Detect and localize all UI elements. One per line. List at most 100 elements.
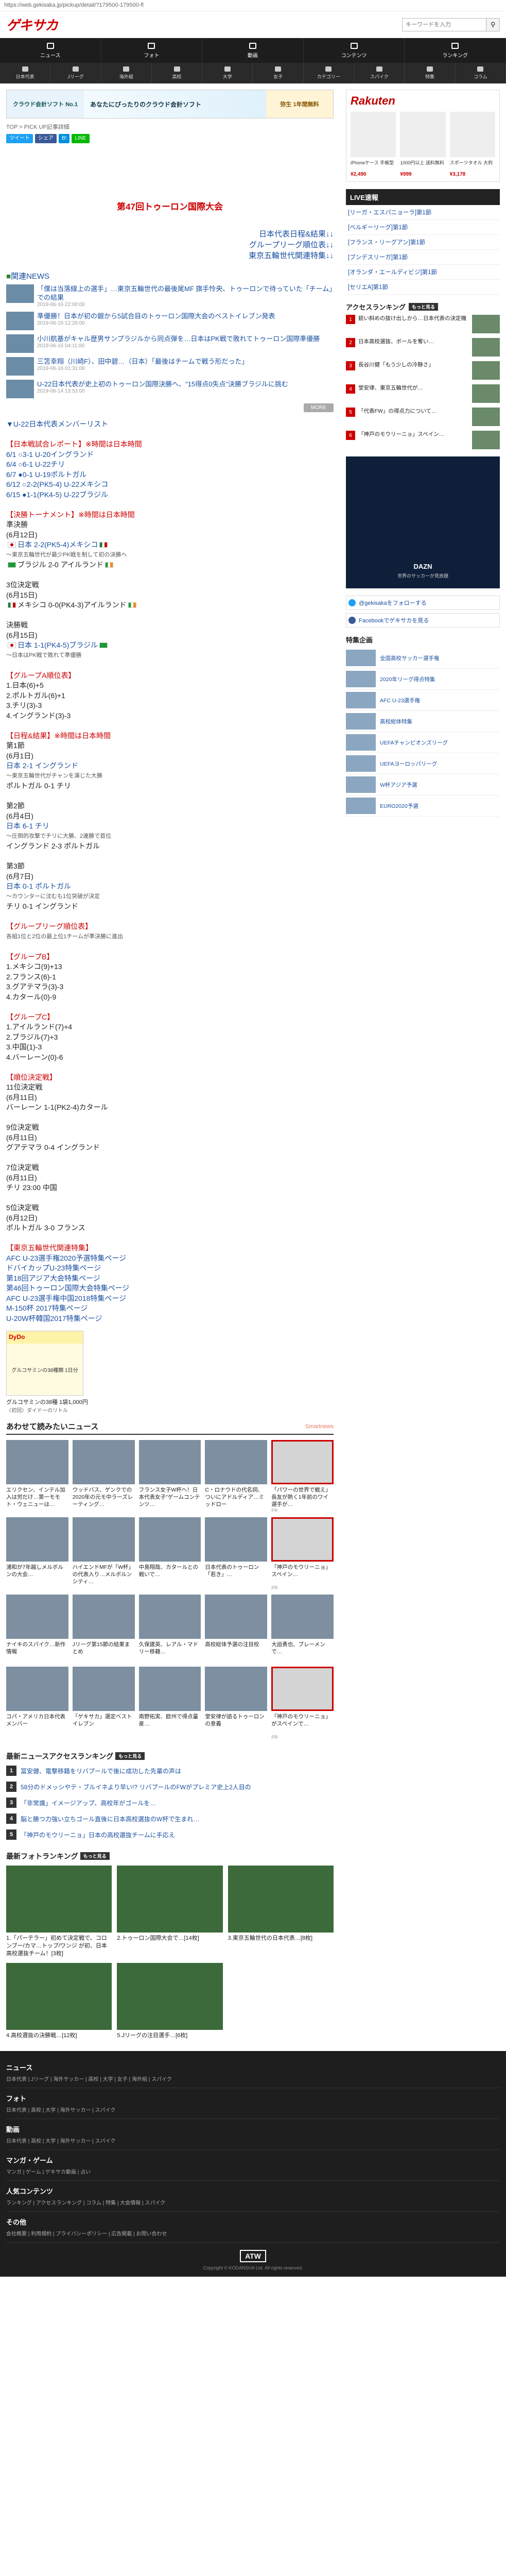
gnav-item[interactable]: ランキング (405, 38, 506, 63)
match-note[interactable]: 〜圧倒的攻撃でチリに大勝、2連勝で首位 (6, 832, 334, 842)
search-icon[interactable]: ⚲ (486, 18, 499, 31)
twitter-share-button[interactable]: ツイート (6, 134, 33, 143)
ranking-title[interactable]: 58分のドメッシやテ・ブルイネより早い!? リバプールのFWがプレミア史上2人目… (21, 1783, 251, 1791)
special-link[interactable]: U-20W杯韓国2017特集ページ (6, 1314, 334, 1324)
ranking-title[interactable]: 「神戸のモウリーニョ」日本の高校選抜チームに手応え (21, 1831, 175, 1839)
news-card[interactable]: ウッドバス、ゲンクでの2020年の元モ中ラーズレーティング… (72, 1440, 135, 1513)
gnav-item[interactable]: フォト (101, 38, 203, 63)
special-link[interactable]: 第18回アジア大会特集ページ (6, 1274, 334, 1284)
news-card[interactable]: 大迫勇也、ブレーメンで… (271, 1595, 334, 1663)
news-card[interactable]: 「パワーの世界で戦え」長友が熱く1年前のワイ選手が… PR (271, 1440, 334, 1513)
live-item[interactable]: [ブンデスリーガ]第1節 (346, 250, 500, 265)
access-ranking-more[interactable]: もっと見る (408, 303, 438, 311)
match-note[interactable]: 〜カウンターに沈むも1位突破が決定 (6, 892, 334, 902)
final-note[interactable]: 〜日本はPK戦で敗れて準優勝 (6, 651, 334, 661)
news-card[interactable]: コパ・アメリカ日本代表メンバー (6, 1667, 68, 1740)
live-item[interactable]: [セリエA]第1節 (346, 280, 500, 295)
match-result[interactable]: 日本 6-1 チリ (6, 821, 334, 832)
subnav-item[interactable]: 海外組 (101, 63, 152, 83)
breadcrumb[interactable]: TOP > PICK UP記事詳細 (6, 123, 334, 131)
search-input[interactable] (403, 18, 486, 31)
ranking-item[interactable]: 4 脳と勝つ力強い立ちゴール直後に日本高校選抜のW杯で生まれ… (6, 1814, 334, 1824)
photo-card[interactable]: 5.Jリーグの注目選手…[6枚] (117, 1963, 223, 2040)
result-line[interactable]: 6/1 ○3-1 U-20イングランド (6, 450, 334, 460)
ranking-item[interactable]: 2 58分のドメッシやテ・ブルイネより早い!? リバプールのFWがプレミア史上2人… (6, 1782, 334, 1792)
footer-links[interactable]: 日本代表 | 高校 | 大学 | 海外サッカー | スパイク (6, 2137, 500, 2144)
access-item[interactable]: 6 「神戸のモウリーニョ」スペイン… (346, 431, 500, 449)
subnav-item[interactable]: Jリーグ (50, 63, 101, 83)
hero-link-standings[interactable]: グループリーグ順位表↓↓ (6, 240, 334, 250)
special-feature[interactable]: 高校総体特集 (346, 711, 500, 732)
gnav-item[interactable]: コンテンツ (304, 38, 405, 63)
news-title[interactable]: 「僕は当落線上の選手」…東京五輪世代の最後尾MF 旗手怜央、トゥーロンで待ってい… (37, 284, 334, 302)
special-link[interactable]: AFC U-23選手権中国2018特集ページ (6, 1294, 334, 1304)
subnav-item[interactable]: 特集 (405, 63, 456, 83)
special-feature[interactable]: 全国高校サッカー選手権 (346, 648, 500, 669)
news-item[interactable]: 準優勝！日本が初の銀から5試合目のトゥーロン国際大会のベストイレブン発表 2019… (6, 312, 334, 330)
footer-links[interactable]: ランキング | アクセスランキング | コラム | 特集 | 大会情報 | スパ… (6, 2198, 500, 2206)
news-card[interactable]: 「神戸のモウリーニョ」がスペインで… PR (271, 1667, 334, 1740)
subnav-item[interactable]: 女子 (253, 63, 304, 83)
smartnews-logo[interactable]: Smartnews (305, 1423, 334, 1430)
news-card[interactable]: 「神戸のモウリーニョ」スペイン… PR (271, 1517, 334, 1590)
news-card[interactable]: Jリーグ第15節の結果まとめ (72, 1595, 135, 1663)
result-line[interactable]: 6/4 ○6-1 U-22チリ (6, 460, 334, 470)
photo-card[interactable]: 3.東京五輪世代の日本代表…[8枚] (228, 1866, 334, 1958)
photo-ranking-more[interactable]: もっと見る (80, 1852, 110, 1860)
special-link[interactable]: AFC U-23選手権2020予選特集ページ (6, 1253, 334, 1264)
special-link[interactable]: ドバイカップU-23特集ページ (6, 1263, 334, 1274)
hero-link-schedule[interactable]: 日本代表日程&結果↓↓ (6, 229, 334, 240)
footer-links[interactable]: 会社概要 | 利用規約 | プライバシーポリシー | 広告掲載 | お問い合わせ (6, 2229, 500, 2237)
special-feature[interactable]: 2020年リーグ得点特集 (346, 669, 500, 690)
access-item[interactable]: 5 「代表FW」の得点力について… (346, 408, 500, 426)
footer-heading[interactable]: 人気コンテンツ (6, 2186, 500, 2196)
subnav-item[interactable]: 大学 (202, 63, 253, 83)
access-item[interactable]: 2 日本高校選抜、ボールを奪い… (346, 338, 500, 357)
line-share-button[interactable]: LINE (72, 134, 90, 143)
rakuten-ad[interactable]: Rakuten iPhoneケース 手帳型 ¥2,490 1000円以上 送料無料 ¥… (346, 90, 500, 182)
ranking-title[interactable]: 冨安健、電撃移籍をリバプールで後に成功した先輩の声は (21, 1767, 181, 1775)
result-line[interactable]: 6/7 ●0-1 U-19ポルトガル (6, 470, 334, 480)
match-note[interactable]: 〜東京五輪世代がチャンを演じた大勝 (6, 771, 334, 782)
facebook-follow-button[interactable]: Facebookでゲキサカを見る (346, 613, 500, 628)
photo-card[interactable]: 4.高校選抜の決勝戦…[12枚] (6, 1963, 112, 2040)
hero-link-special[interactable]: 東京五輪世代関連特集↓↓ (6, 250, 334, 261)
footer-links[interactable]: 日本代表 | 高校 | 大学 | 海外サッカー | スパイク (6, 2106, 500, 2113)
more-button[interactable]: MORE (304, 403, 334, 412)
sf1-note[interactable]: 〜東京五輪世代が最少PK戦を制して初の決勝へ (6, 550, 334, 561)
news-card[interactable]: エリクセン、インテル加入は労だけ…第一モモト・ウェニューは… (6, 1440, 68, 1513)
subnav-item[interactable]: コラム (456, 63, 506, 83)
news-card[interactable]: 「ゲキサカ」選定ベストイレブン (72, 1667, 135, 1740)
top-ad[interactable]: クラウド会計ソフト No.1 あなたにぴったりのクラウド会計ソフト 弥生 1年間… (6, 90, 334, 118)
sf1-result[interactable]: 日本 2-2(PK5-4)メキシコ (6, 540, 334, 550)
news-title[interactable]: 準優勝！日本が初の銀から5試合目のトゥーロン国際大会のベストイレブン発表 (37, 312, 275, 320)
news-title[interactable]: 三笘幸翔（川崎F）、田中碧…（日本）「最後はチームで戦う形だった」 (37, 357, 249, 366)
news-title[interactable]: 小川航基がキャル歴男サンプラジルから同点弾を…日本はPK戦で敗れてトゥーロン国際… (37, 334, 320, 343)
special-feature[interactable]: UEFAヨーロッパリーグ (346, 753, 500, 774)
news-card[interactable]: 南野拓実、欧州で得点量産… (138, 1667, 201, 1740)
special-feature[interactable]: UEFAチャンピオンズリーグ (346, 732, 500, 753)
news-card[interactable]: C・ロナウドの代名詞、ついにアドルディア…ミッドロー (205, 1440, 268, 1513)
members-link[interactable]: ▼U-22日本代表メンバーリスト (6, 419, 334, 430)
gnav-item[interactable]: 動画 (202, 38, 304, 63)
rakuten-item[interactable]: 1000円以上 送料無料 ¥999 (400, 112, 446, 177)
rakuten-item[interactable]: スポーツタオル 大判 ¥3,178 (449, 112, 495, 177)
news-card[interactable]: 堂安律が語るトゥーロンの意義 (205, 1667, 268, 1740)
subnav-item[interactable]: 高校 (152, 63, 203, 83)
live-item[interactable]: [オランダ・エールディビジ]第1節 (346, 265, 500, 280)
final-result[interactable]: 日本 1-1(PK4-5)ブラジル (6, 640, 334, 651)
hatena-bookmark-button[interactable]: B! (59, 134, 70, 143)
news-card[interactable]: フランス女子W杯へ！日本代表女子"ゲームコンテンツ… (138, 1440, 201, 1513)
sidebar-ad[interactable]: DAZN 世界のサッカーが見放題 (346, 456, 500, 588)
subnav-item[interactable]: スパイク (354, 63, 405, 83)
product-ad[interactable]: DyDo グルコサミンの38種類 1日分 (6, 1331, 83, 1396)
product-caption[interactable]: グルコサミンの38種 1袋1,000円 〈初回〉ダイドーのリトル (6, 1398, 334, 1414)
photo-card[interactable]: 1.「パーテラー」初めて決定戦で、コロンブー/カマ…トップ/ワンジ が初、日本高… (6, 1866, 112, 1958)
result-line[interactable]: 6/15 ●1-1(PK4-5) U-22ブラジル (6, 490, 334, 500)
photo-card[interactable]: 2.トゥーロン国際大会で…[14枚] (117, 1866, 223, 1958)
footer-heading[interactable]: フォト (6, 2093, 500, 2103)
ranking-title[interactable]: 「非常識」イメージアップ、高校年がゴールを… (21, 1799, 156, 1807)
access-item[interactable]: 4 堂安律、東京五輪世代が… (346, 384, 500, 403)
news-ranking-more[interactable]: もっと見る (115, 1752, 145, 1760)
special-link[interactable]: 第46回トゥーロン国際大会特集ページ (6, 1283, 334, 1294)
